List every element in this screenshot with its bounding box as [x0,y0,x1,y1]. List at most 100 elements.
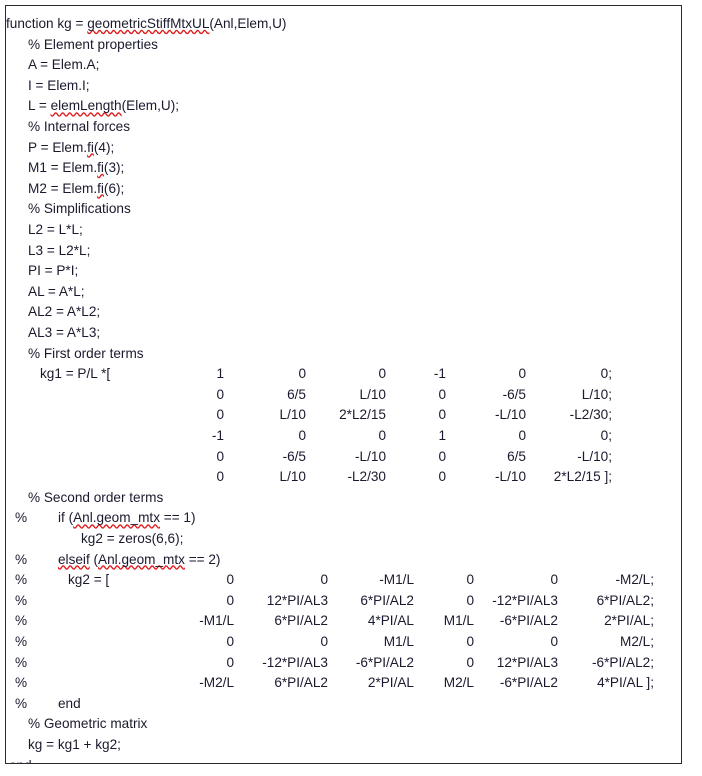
code-line: P = Elem.fi(4); [6,138,681,159]
kg1-matrix-row: 0 -6/5 -L/10 0 6/5 -L/10; [6,447,681,468]
kg1-matrix-cell: 0 [438,386,446,402]
code-text: AL3 = A*L3; [28,325,101,340]
code-text: A = Elem.A; [28,57,100,73]
comment-marker: % [15,675,28,691]
code-text: % First order terms [28,345,144,361]
code-text: function kg = geometricStiffMtxUL(Anl,El… [6,16,287,31]
kg2-matrix-cell: -6*PI/AL2; [592,654,654,670]
kg2-matrix-cell: 0 [550,572,558,588]
code-line: kg2 = zeros(6,6); [6,529,681,550]
code-text: end [58,695,81,711]
kg1-matrix-cell: 0 [216,386,224,402]
code-line: % Second order terms [6,488,681,509]
kg2-matrix-row: % kg2 = [ 0 0 -M1/L 0 0 -M2/L; [6,570,681,591]
kg1-matrix-cell: 0; [600,428,612,443]
kg2-matrix-cell: 0 [320,572,328,588]
code-line: % if (Anl.geom_mtx == 1) [6,508,681,529]
kg1-matrix-cell: 1 [438,428,446,443]
code-line: AL = A*L; [6,282,681,303]
kg1-matrix-cell: -L/10; [577,448,612,464]
kg1-matrix-cell: 6/5 [507,448,526,464]
kg1-matrix-cell: 0 [216,469,224,485]
code-line: kg = kg1 + kg2; [6,735,681,756]
kg1-matrix-cell: 0; [600,366,612,382]
kg2-matrix-cell: -12*PI/AL3 [262,654,328,670]
code-line: % Element properties [6,35,681,56]
spellcheck-underline: fi [97,180,104,196]
kg1-matrix-row: 0 L/10 -L2/30 0 -L/10 2*L2/15 ]; [6,467,681,488]
code-text: % Simplifications [28,201,131,217]
kg2-matrix-cell: 0 [226,654,234,670]
code-line: AL2 = A*L2; [6,302,681,323]
spellcheck-underline: fi [87,139,94,155]
kg1-matrix-cell: 0 [298,366,306,382]
kg1-matrix-cell: 0 [438,407,446,423]
kg2-matrix-cell: -M2/L; [615,572,654,588]
kg1-matrix-cell: -L/10 [495,469,526,485]
kg2-matrix-row: % 0 -12*PI/AL3 -6*PI/AL2 0 12*PI/AL3 -6*PI/AL2… [6,653,681,674]
code-text: L3 = L2*L; [28,242,91,258]
code-text: PI = P*I; [28,263,79,279]
kg2-matrix-cell: 12*PI/AL3 [266,592,328,608]
code-text: AL2 = A*L2; [28,304,101,320]
kg1-matrix-cell: 0 [438,469,446,485]
comment-marker: % [15,695,28,711]
kg2-matrix-cell: 0 [550,634,558,649]
kg1-matrix-cell: -L/10 [495,407,526,423]
code-text: % Second order terms [28,489,164,505]
code-line: function kg = geometricStiffMtxUL(Anl,El… [6,14,681,35]
kg1-matrix-cell: -1 [433,366,446,382]
kg1-matrix-cell: -L2/30; [569,407,612,423]
kg1-matrix-cell: 0 [438,448,446,464]
kg1-matrix-assignment: kg1 = P/L *[ [40,366,111,382]
kg1-matrix-row: 0 6/5 L/10 0 -6/5 L/10; [6,385,681,406]
code-line: A = Elem.A; [6,55,681,76]
kg1-matrix-cell: 1 [216,366,224,382]
code-line: L3 = L2*L; [6,241,681,262]
spellcheck-underline: Anl.geom_mtx [98,551,185,567]
kg2-matrix-row: % 0 12*PI/AL3 6*PI/AL2 0 -12*PI/AL3 6*PI/AL2; [6,591,681,612]
kg2-matrix-cell: 6*PI/AL2 [274,613,328,629]
kg1-matrix-cell: 0 [216,448,224,464]
code-line: L = elemLength(Elem,U); [6,96,681,117]
comment-marker: % [15,634,28,649]
code-line: M2 = Elem.fi(6); [6,179,681,200]
kg1-matrix-cell: -1 [211,428,224,443]
spellcheck-underline: elseif [58,551,90,567]
code-line: % Internal forces [6,117,681,138]
code-line: % Geometric matrix [6,714,681,735]
code-text: elseif (Anl.geom_mtx == 2) [58,551,221,567]
code-listing-frame: function kg = geometricStiffMtxUL(Anl,El… [5,5,682,764]
code-text: kg2 = zeros(6,6); [81,531,184,546]
kg2-matrix-cell: 6*PI/AL2; [596,592,654,608]
kg1-matrix-cell: 6/5 [287,386,306,402]
code-line: PI = P*I; [6,261,681,282]
spellcheck-underline: fi [97,160,104,176]
code-line: L2 = L*L; [6,220,681,241]
kg1-matrix-cell: 0 [518,428,526,443]
kg1-matrix-cell: L/10 [279,469,306,485]
kg2-matrix-cell: 0 [320,634,328,649]
kg1-matrix-cell: 0 [518,366,526,382]
code-text: L = elemLength(Elem,U); [28,98,180,114]
code-text: if (Anl.geom_mtx == 1) [58,510,196,526]
code-text: L2 = L*L; [28,222,83,237]
code-text: I = Elem.I; [28,77,90,93]
kg2-matrix-cell: M2/L; [620,634,654,649]
code-text: end [9,756,32,763]
kg1-matrix-cell: 0 [298,428,306,443]
code-text: AL = A*L; [28,283,85,299]
kg1-matrix-row: kg1 = P/L *[ 1 0 0 -1 0 0; [6,364,681,385]
kg2-matrix-cell: 4*PI/AL ]; [597,675,654,691]
kg1-matrix-cell: L/10 [279,407,306,423]
kg2-matrix-row: % 0 0 M1/L 0 0 M2/L; [6,632,681,653]
kg1-matrix-cell: 0 [216,407,224,423]
kg2-matrix-cell: 6*PI/AL2 [274,675,328,691]
kg2-matrix-cell: -M1/L [199,613,234,629]
kg2-matrix-cell: 0 [466,592,474,608]
comment-marker: % [15,592,28,608]
code-line: % elseif (Anl.geom_mtx == 2) [6,550,681,571]
kg2-matrix-cell: 0 [226,592,234,608]
kg2-matrix-cell: 0 [466,572,474,588]
code-line: % Simplifications [6,199,681,220]
